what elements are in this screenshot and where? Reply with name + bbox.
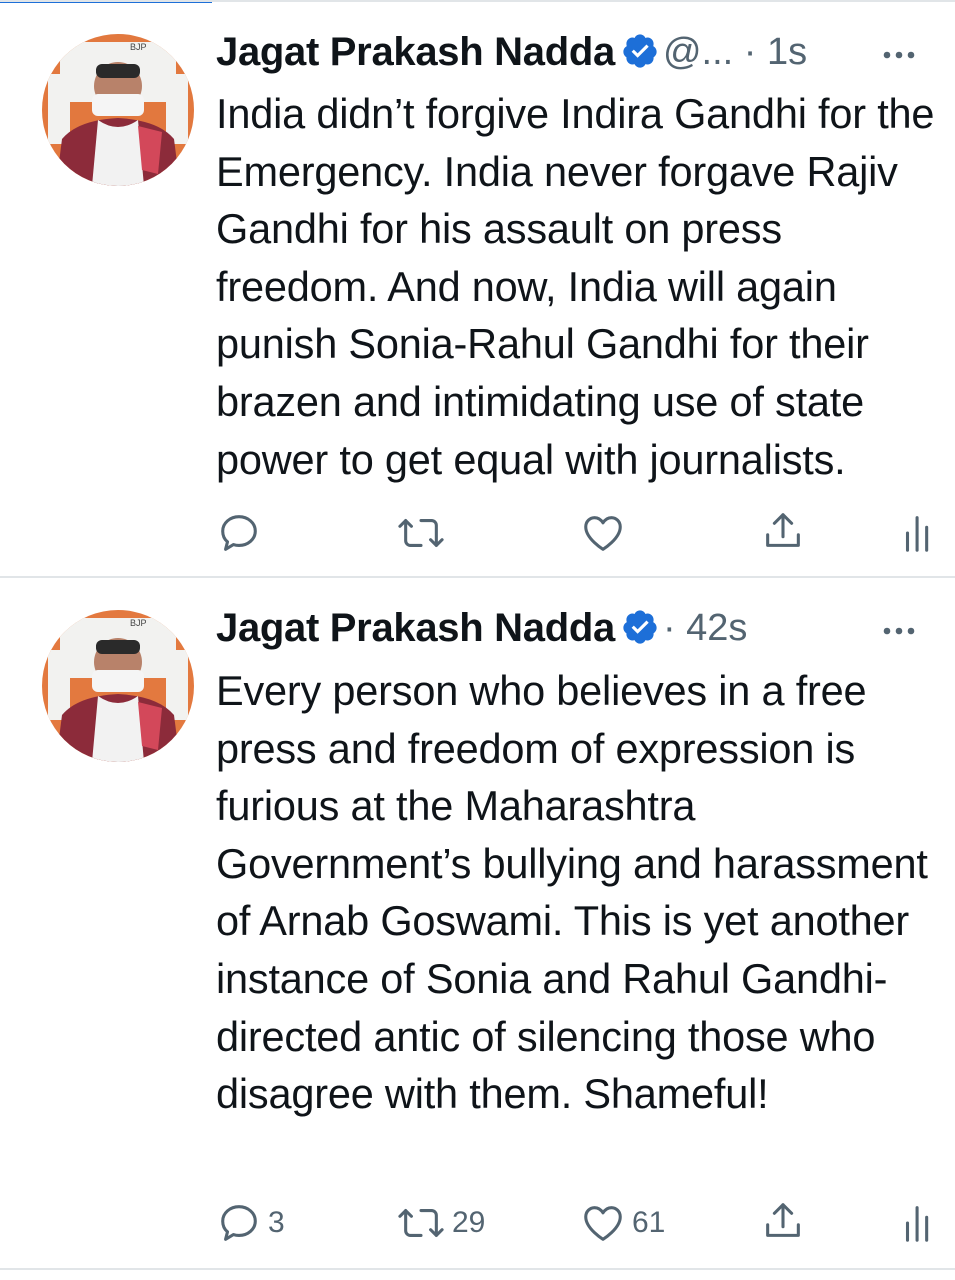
time-separator: · (662, 607, 687, 649)
share-icon (766, 1203, 800, 1237)
retweet-icon (398, 519, 444, 547)
tweet-text: Every person who believes in a free pres… (216, 667, 928, 1118)
analytics-button[interactable] (902, 1198, 936, 1248)
tweet-header: Jagat Prakash Nadda @... · 1s (216, 30, 935, 80)
avatar-logo-text: BJP (130, 42, 147, 52)
bottom-divider (0, 1268, 955, 1270)
like-count: 61 (632, 1206, 666, 1239)
more-icon[interactable] (879, 40, 919, 70)
author-name[interactable]: Jagat Prakash Nadda (216, 606, 615, 650)
retweet-button[interactable] (396, 508, 452, 558)
analytics-icon (905, 1206, 929, 1242)
analytics-icon (905, 516, 929, 552)
reply-icon (221, 1205, 257, 1241)
tweet-text: India didn’t forgive Indira Gandhi for t… (216, 90, 935, 483)
verified-badge-icon (623, 33, 657, 68)
tweet-header: Jagat Prakash Nadda · 42s (216, 606, 935, 656)
reply-icon (221, 515, 257, 551)
author-name[interactable]: Jagat Prakash Nadda (216, 30, 615, 74)
timestamp[interactable]: 42s (686, 607, 747, 649)
tweet-1[interactable]: BJP Jagat Prakash Nadda @... · 1s India d… (0, 0, 955, 578)
tweet-2[interactable]: BJP Jagat Prakash Nadda · 42s Every perso… (0, 578, 955, 1268)
reply-button[interactable]: 3 (216, 1198, 285, 1248)
more-icon[interactable] (879, 616, 919, 646)
like-icon (584, 1206, 622, 1241)
avatar[interactable]: BJP (42, 610, 194, 762)
retweet-icon (398, 1209, 444, 1237)
like-button[interactable]: 61 (580, 1198, 665, 1248)
analytics-button[interactable] (902, 508, 936, 558)
timestamp[interactable]: 1s (767, 31, 807, 73)
share-button[interactable] (760, 506, 806, 556)
retweet-button[interactable]: 29 (396, 1198, 485, 1248)
reply-button[interactable] (216, 508, 268, 558)
avatar-logo-text: BJP (130, 618, 147, 628)
verified-badge-icon (623, 609, 657, 644)
retweet-count: 29 (452, 1206, 486, 1239)
like-icon (584, 516, 622, 551)
time-separator: · (733, 31, 767, 73)
reply-count: 3 (268, 1206, 285, 1239)
like-button[interactable] (580, 508, 632, 558)
share-button[interactable] (760, 1196, 806, 1246)
avatar[interactable]: BJP (42, 34, 194, 186)
author-handle[interactable]: @... (663, 31, 733, 73)
share-icon (766, 513, 800, 547)
